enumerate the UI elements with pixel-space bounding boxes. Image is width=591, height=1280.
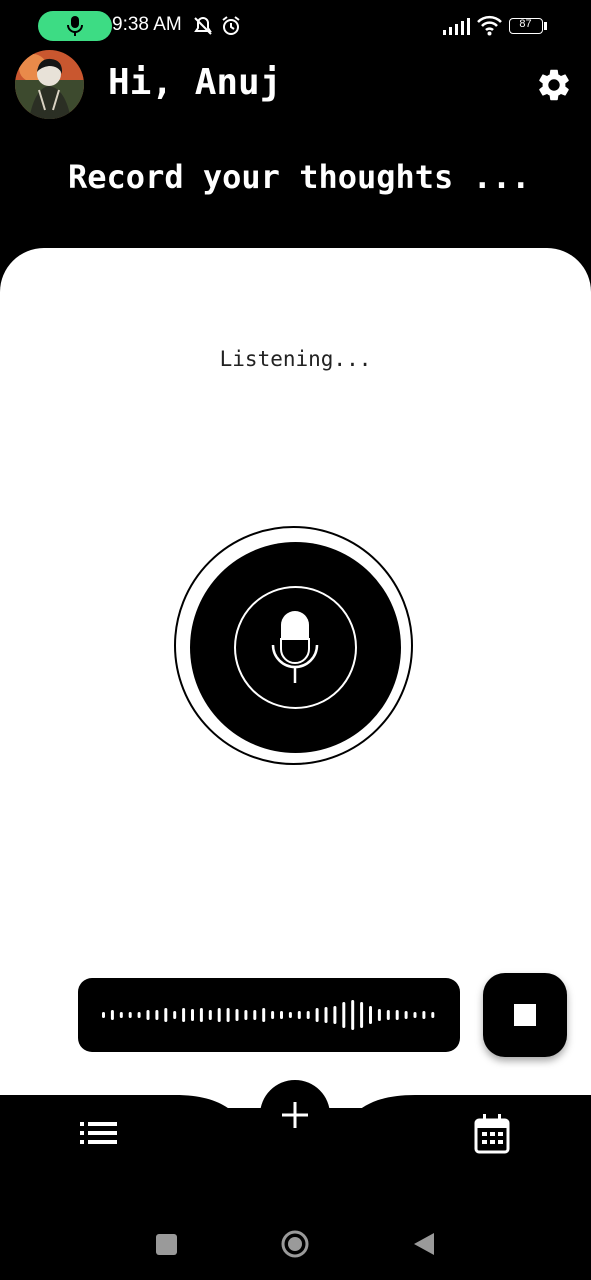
stop-button[interactable] bbox=[483, 973, 567, 1057]
waveform-bar bbox=[182, 1008, 186, 1022]
waveform-bar bbox=[369, 1006, 372, 1024]
waveform-bar bbox=[164, 1008, 168, 1022]
waveform-bar bbox=[413, 1012, 417, 1018]
waveform-bar bbox=[288, 1012, 292, 1018]
alarm-icon bbox=[222, 16, 240, 35]
waveform-bars bbox=[102, 1000, 435, 1030]
signal-icon bbox=[443, 18, 470, 35]
waveform-bar bbox=[395, 1010, 399, 1020]
battery-level: 87 bbox=[519, 18, 532, 30]
waveform-bar bbox=[119, 1012, 123, 1018]
waveform-bar bbox=[128, 1012, 132, 1018]
waveform-bar bbox=[217, 1008, 221, 1022]
waveform-bar bbox=[137, 1012, 141, 1018]
waveform-bar bbox=[155, 1010, 159, 1020]
wifi-icon bbox=[477, 15, 502, 36]
waveform-bar bbox=[386, 1010, 390, 1020]
waveform-bar bbox=[422, 1011, 426, 1019]
microphone-icon bbox=[67, 16, 83, 36]
page-headline: Record your thoughts ... bbox=[68, 158, 531, 196]
waveform-bar bbox=[342, 1002, 346, 1028]
waveform-bar bbox=[351, 1000, 355, 1030]
waveform-bar bbox=[280, 1011, 283, 1019]
list-icon[interactable] bbox=[80, 1120, 117, 1146]
waveform-bar bbox=[324, 1007, 328, 1023]
greeting: Hi, Anuj bbox=[108, 62, 282, 103]
waveform-bar bbox=[360, 1002, 364, 1028]
avatar-image bbox=[15, 50, 84, 119]
audio-waveform bbox=[78, 978, 460, 1052]
notifications-off-icon bbox=[194, 16, 212, 35]
back-button[interactable] bbox=[413, 1232, 435, 1256]
waveform-bar bbox=[235, 1009, 239, 1021]
battery-tip bbox=[544, 22, 547, 30]
waveform-bar bbox=[297, 1011, 301, 1019]
waveform-bar bbox=[208, 1010, 212, 1020]
waveform-bar bbox=[253, 1010, 257, 1020]
waveform-bar bbox=[431, 1012, 435, 1018]
plus-icon bbox=[282, 1102, 308, 1128]
waveform-bar bbox=[271, 1011, 275, 1019]
waveform-bar bbox=[102, 1012, 105, 1018]
waveform-bar bbox=[110, 1010, 114, 1020]
waveform-bar bbox=[333, 1006, 337, 1024]
status-time: 9:38 AM bbox=[112, 14, 182, 35]
recents-button[interactable] bbox=[156, 1234, 177, 1255]
waveform-bar bbox=[244, 1010, 248, 1020]
waveform-bar bbox=[146, 1010, 150, 1020]
home-button[interactable] bbox=[281, 1230, 309, 1258]
microphone-icon bbox=[271, 611, 319, 683]
microphone-in-use-indicator bbox=[38, 11, 112, 41]
waveform-bar bbox=[377, 1009, 381, 1021]
waveform-bar bbox=[199, 1008, 203, 1022]
waveform-bar bbox=[191, 1009, 194, 1021]
waveform-bar bbox=[404, 1011, 408, 1019]
battery-icon: 87 bbox=[509, 18, 543, 34]
waveform-bar bbox=[173, 1011, 177, 1019]
waveform-bar bbox=[315, 1008, 319, 1022]
avatar[interactable] bbox=[15, 50, 84, 119]
waveform-bar bbox=[226, 1008, 230, 1022]
calendar-icon[interactable] bbox=[474, 1114, 510, 1154]
stop-icon bbox=[514, 1004, 536, 1026]
add-button[interactable] bbox=[260, 1080, 330, 1150]
gear-icon[interactable] bbox=[535, 66, 573, 104]
recording-status: Listening... bbox=[219, 347, 372, 371]
waveform-bar bbox=[262, 1008, 266, 1022]
waveform-bar bbox=[306, 1011, 310, 1019]
